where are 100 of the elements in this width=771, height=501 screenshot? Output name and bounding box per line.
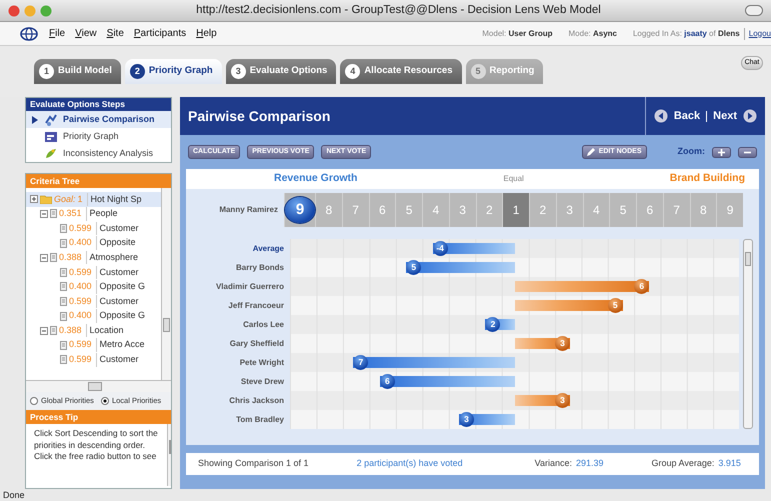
vote-marker: 3	[459, 412, 474, 427]
session-info: Model: User Group	[482, 28, 552, 40]
document-icon	[50, 253, 57, 262]
tree-item[interactable]: 0.388 Location	[26, 323, 161, 338]
document-icon	[60, 340, 67, 350]
voter-name: Chris Jackson	[228, 394, 285, 406]
criterion-label: Revenue Growth	[274, 171, 358, 186]
node-weight: 0.599	[69, 338, 92, 352]
vertical-scrollbar[interactable]	[161, 188, 171, 380]
status-text: Showing Comparison 1 of 1	[198, 457, 309, 470]
zoom-in-button[interactable]	[712, 146, 731, 158]
collapse-icon[interactable]	[40, 326, 48, 335]
back-button[interactable]: Back	[674, 108, 700, 124]
pill-icon[interactable]	[745, 5, 763, 16]
document-icon	[60, 268, 67, 277]
tree-item[interactable]: 0.400 Opposite G	[26, 308, 161, 324]
vertical-scrollbar[interactable]	[166, 424, 171, 486]
tree-item[interactable]: Goal: 1 Hot Night Sp	[26, 192, 161, 207]
collapse-icon[interactable]	[40, 210, 48, 218]
menu-item[interactable]: Site	[102, 26, 129, 41]
equal-label: Equal	[503, 173, 524, 185]
login-info: Logged In As: jsaaty of Dlens	[632, 28, 740, 40]
node-weight: 0.400	[69, 309, 92, 322]
node-weight: 0.388	[59, 324, 82, 337]
tree-item[interactable]: 0.400 Opposite G	[26, 280, 161, 294]
node-weight: 1	[78, 192, 83, 206]
tree-item[interactable]: 0.400 Opposite	[26, 236, 161, 250]
tree-item[interactable]: 0.599 Customer	[26, 264, 161, 280]
node-label: Opposite G	[96, 309, 146, 323]
vote-marker: 3	[554, 336, 570, 351]
vote-marker: 5	[406, 260, 422, 275]
scale-cell[interactable]: 1	[502, 193, 529, 227]
node-weight: 0.388	[59, 250, 82, 264]
voter-name: Gary Sheffield	[228, 338, 285, 350]
tab[interactable]: 3 Evaluate Options	[226, 59, 336, 84]
vote-marker: 3	[554, 393, 570, 408]
tree-item[interactable]: 0.599 Customer	[26, 352, 161, 368]
node-weight: 0.599	[69, 266, 92, 279]
node-label: Customer	[96, 353, 139, 367]
close-icon[interactable]	[8, 4, 20, 16]
panel-title: Process Tip	[26, 410, 171, 424]
menu-item[interactable]: File	[44, 26, 70, 41]
step-item[interactable]: Priority Graph	[26, 128, 171, 145]
horizontal-scrollbar[interactable]	[26, 380, 171, 392]
expand-icon[interactable]	[30, 195, 38, 204]
zoom-out-button[interactable]	[738, 146, 757, 158]
document-icon	[50, 326, 57, 336]
document-icon	[60, 224, 67, 233]
node-label: Customer	[96, 222, 139, 236]
stat-value: 3.915	[718, 457, 741, 470]
vote-marker: 6	[380, 374, 395, 389]
menu-item[interactable]: View	[70, 26, 102, 41]
radio-button[interactable]	[30, 397, 38, 405]
node-label: Metro Acce	[96, 338, 145, 352]
zoom-label: Zoom:	[678, 145, 705, 158]
node-label: Customer	[96, 266, 139, 280]
vote-marker: 6	[634, 279, 650, 294]
document-icon	[60, 282, 67, 292]
node-label: Opposite G	[96, 280, 146, 294]
stat-label: Group Average:	[652, 457, 714, 470]
step-item[interactable]: Pairwise Comparison	[26, 111, 171, 128]
tree-item[interactable]: 0.599 Metro Acce	[26, 338, 161, 353]
minus-icon	[744, 148, 751, 156]
status-text: 2 participant(s) have voted	[356, 457, 463, 470]
logout-link[interactable]: Logou	[744, 28, 771, 40]
goal-label: Goal:	[54, 192, 76, 206]
participant-name: Manny Ramirez	[218, 204, 279, 216]
step-item[interactable]: Inconsistency Analysis	[26, 145, 171, 162]
tree-item[interactable]: 0.351 People	[26, 206, 161, 222]
node-weight: 0.351	[59, 207, 82, 220]
tree-item[interactable]: 0.599 Customer	[26, 294, 161, 309]
voter-name: Jeff Francoeur	[227, 300, 285, 312]
session-info: Mode: Async	[568, 28, 617, 40]
panel-title: Evaluate Options Steps	[26, 98, 171, 111]
collapse-icon[interactable]	[40, 254, 48, 262]
tree-item[interactable]: 0.388 Atmosphere	[26, 250, 161, 265]
node-weight: 0.599	[69, 222, 92, 235]
window-title: http://test2.decisionlens.com - GroupTest@@Dlens - Decision Lens Web Model	[195, 2, 602, 18]
vertical-scrollbar[interactable]	[743, 239, 753, 429]
vote-marker: 7	[353, 355, 368, 370]
panel-title: Pairwise Comparison	[187, 106, 332, 126]
vote-marker: -4	[432, 241, 448, 256]
stat-value: 291.39	[576, 457, 604, 470]
next-button[interactable]: Next	[713, 108, 737, 124]
voter-name: Barry Bonds	[234, 262, 285, 274]
tab[interactable]: 4 Allocate Resources	[340, 59, 462, 84]
menu-item[interactable]: Help	[191, 26, 222, 41]
tab[interactable]: 2 Priority Graph	[124, 59, 222, 84]
tab: 5 Reporting	[466, 59, 544, 84]
tab[interactable]: 1 Build Model	[34, 59, 121, 84]
radio-button[interactable]	[100, 397, 109, 405]
menu-item[interactable]: Participants	[128, 26, 192, 41]
tree-item[interactable]: 0.599 Customer	[26, 221, 161, 236]
criterion-label: Brand Building	[670, 171, 745, 186]
voter-name: Tom Bradley	[235, 414, 285, 426]
next-icon[interactable]	[743, 109, 757, 123]
average-label: Average	[252, 242, 285, 255]
back-icon[interactable]	[654, 109, 668, 123]
node-label: Atmosphere	[86, 250, 138, 264]
voter-name: Vladimir Guerrero	[214, 280, 285, 292]
